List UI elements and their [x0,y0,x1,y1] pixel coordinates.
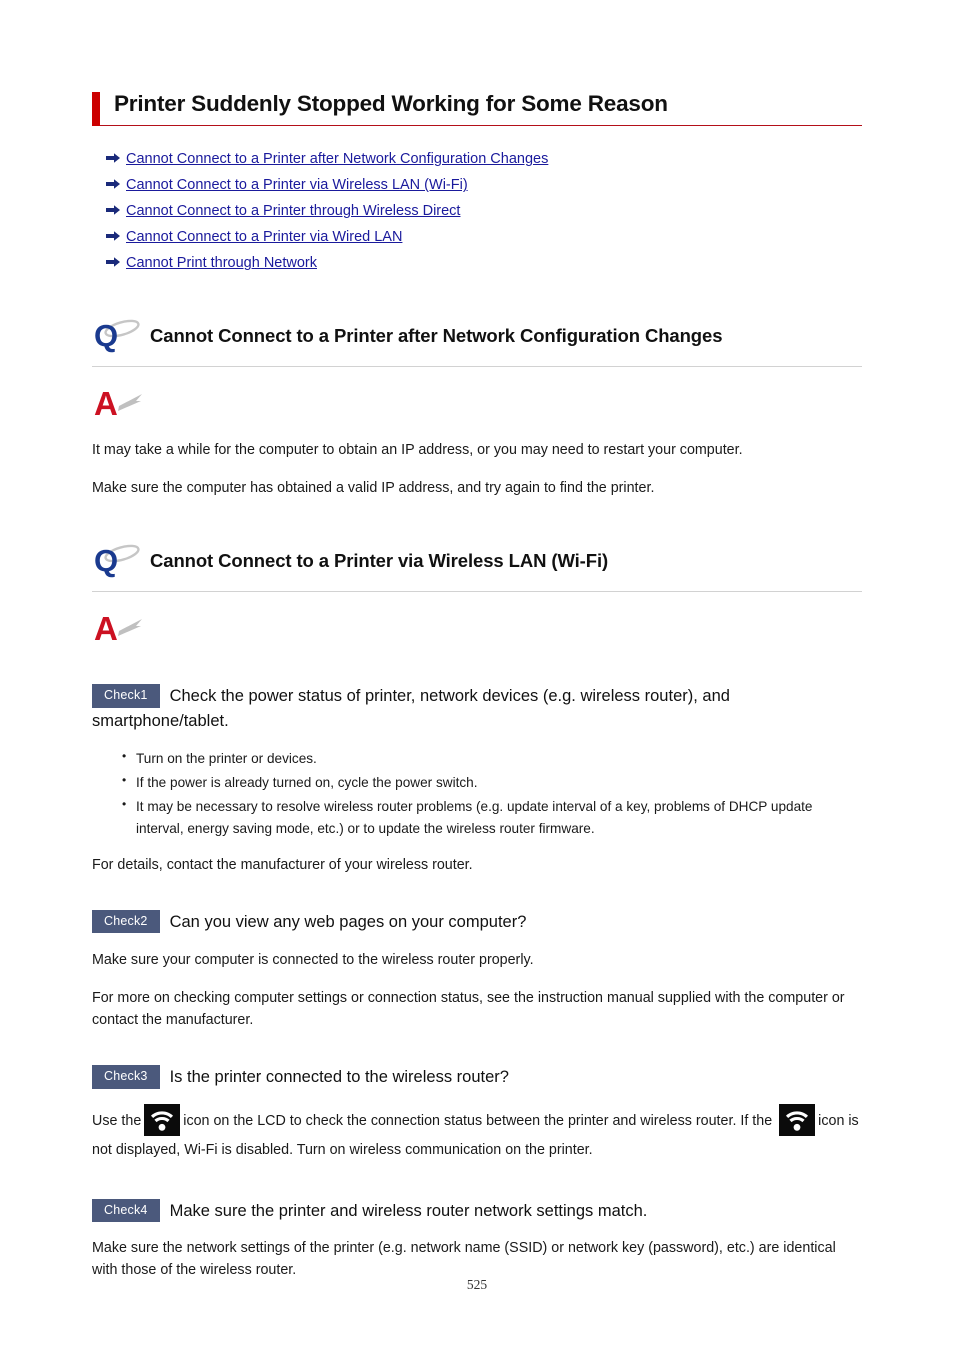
wifi-lcd-icon [144,1103,181,1136]
check-4-body: Make sure the network settings of the pr… [92,1237,862,1281]
paragraph: For more on checking computer settings o… [92,989,845,1029]
check-section-1: Check1 Check the power status of printer,… [92,684,862,876]
toc-link-wireless-direct[interactable]: Cannot Connect to a Printer through Wire… [126,202,460,222]
question-heading-text: Cannot Connect to a Printer via Wireless… [150,550,609,572]
status-badge: Check3 [92,1065,160,1089]
list-item: Cannot Connect to a Printer after Networ… [106,150,862,170]
check-title: Check the power status of printer, netwo… [92,687,730,730]
check-section-4: Check4 Make sure the printer and wireless… [92,1198,862,1282]
check-section-3: Check3 Is the printer connected to the wi… [92,1065,862,1164]
check-title: Can you view any web pages on your compu… [169,912,527,931]
list-item: Cannot Connect to a Printer via Wireless… [106,176,862,196]
paragraph: For details, contact the manufacturer of… [92,856,473,873]
svg-text:A: A [94,385,118,422]
toc-link-list: Cannot Connect to a Printer after Networ… [106,150,862,274]
title-accent-bar [92,92,100,126]
check-3-body: Use the icon on the LCD to check the conn… [92,1103,862,1165]
question-q-icon: Q [92,540,150,580]
check-title: Is the printer connected to the wireless… [169,1068,509,1087]
check-1-bullet-list: Turn on the printer or devices. If the p… [122,747,862,840]
answer-a-icon: A [92,607,862,649]
check-heading: Check4 Make sure the printer and wireless… [92,1198,862,1224]
check-heading: Check2 Can you view any web pages on your… [92,909,862,935]
inline-text-before: Use the [92,1112,142,1129]
qa-section-network-configuration: Q Cannot Connect to a Printer after Netw… [92,316,862,499]
status-badge: Check1 [92,684,160,708]
toc-link-wireless-lan[interactable]: Cannot Connect to a Printer via Wireless… [126,176,468,196]
paragraph: Make sure the network settings of the pr… [92,1240,836,1279]
toc-link-wired-lan[interactable]: Cannot Connect to a Printer via Wired LA… [126,228,402,248]
status-badge: Check4 [92,1198,160,1223]
document-page: Printer Suddenly Stopped Working for Som… [0,0,954,1350]
page-title-block: Printer Suddenly Stopped Working for Som… [92,90,862,127]
svg-text:A: A [94,610,118,647]
answer-icon-row: A [92,383,862,425]
check-2-body: Make sure your computer is connected to … [92,949,862,1031]
paragraph: Make sure your computer is connected to … [92,951,534,968]
list-item: Cannot Connect to a Printer through Wire… [106,202,862,222]
status-badge: Check2 [92,909,160,934]
document-content: Printer Suddenly Stopped Working for Som… [92,90,862,1298]
list-item: Cannot Connect to a Printer via Wired LA… [106,228,862,248]
arrow-right-icon [106,256,126,268]
check-title: Make sure the printer and wireless route… [169,1201,648,1220]
arrow-right-icon [106,230,126,242]
wifi-lcd-icon [779,1103,816,1136]
check-section-2: Check2 Can you view any web pages on your… [92,909,862,1031]
arrow-right-icon [106,152,126,164]
qa-section-wireless-lan: Q Cannot Connect to a Printer via Wirele… [92,541,862,1281]
svg-text:Q: Q [94,318,118,353]
answer-body-1: It may take a while for the computer to … [92,439,862,499]
toc-link-cannot-print[interactable]: Cannot Print through Network [126,254,317,274]
list-item: If the power is already turned on, cycle… [122,771,862,794]
question-q-icon: Q [92,315,150,355]
page-number: 525 [466,1277,488,1292]
question-heading-row: Q Cannot Connect to a Printer after Netw… [92,316,862,367]
arrow-right-icon [106,204,126,216]
toc-link-network-configuration-changes[interactable]: Cannot Connect to a Printer after Networ… [126,150,548,170]
list-item: It may be necessary to resolve wireless … [122,795,862,840]
paragraph: Make sure the computer has obtained a va… [92,480,655,497]
list-item: Cannot Print through Network [106,254,862,274]
question-heading-text: Cannot Connect to a Printer after Networ… [150,324,723,346]
svg-text:Q: Q [94,543,118,578]
page-title: Printer Suddenly Stopped Working for Som… [114,91,668,116]
answer-icon-row: A [92,608,862,650]
arrow-right-icon [106,178,126,190]
inline-text-middle: icon on the LCD to check the connection … [183,1112,773,1129]
paragraph: It may take a while for the computer to … [92,441,743,458]
list-item: Turn on the printer or devices. [122,747,862,770]
check-heading: Check3 Is the printer connected to the wi… [92,1065,862,1090]
question-heading-row: Q Cannot Connect to a Printer via Wirele… [92,540,862,593]
answer-a-icon: A [92,382,862,424]
check-heading: Check1 Check the power status of printer,… [92,684,862,734]
